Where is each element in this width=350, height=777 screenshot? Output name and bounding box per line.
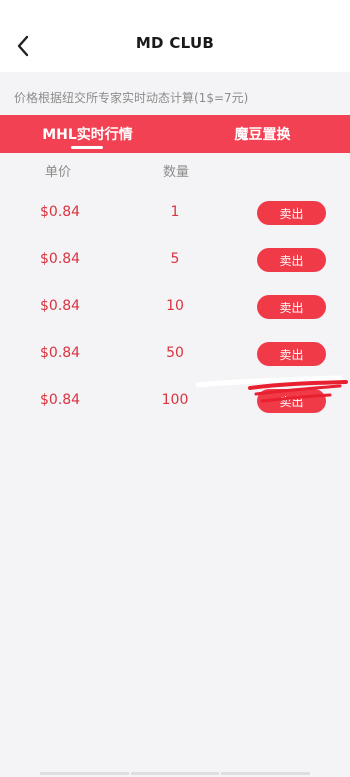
page: MD CLUB 价格根据纽交所专家实时动态计算(1$=7元) MHL实时行情 魔…: [0, 0, 350, 777]
table-row: $0.84 5 卖出: [0, 237, 350, 284]
row-quantity: 1: [170, 204, 180, 220]
row-quantity: 5: [170, 251, 180, 267]
column-header-quantity: 数量: [163, 165, 190, 180]
price-table: $0.84 1 卖出 $0.84 5 卖出 $0.84 10 卖出 $0.84 …: [0, 190, 350, 425]
tab-label: MHL实时行情: [42, 127, 133, 143]
row-price: $0.84: [40, 345, 81, 361]
tab-label: 魔豆置换: [234, 127, 291, 143]
row-price: $0.84: [40, 251, 81, 267]
tab-mhl-market[interactable]: MHL实时行情: [0, 115, 175, 153]
sell-button[interactable]: 卖出: [257, 342, 326, 366]
row-price: $0.84: [40, 204, 81, 220]
sell-button[interactable]: 卖出: [257, 201, 326, 225]
sell-button[interactable]: 卖出: [257, 295, 326, 319]
row-quantity: 100: [161, 392, 189, 408]
bottom-divider: [40, 772, 311, 775]
column-header-price: 单价: [45, 165, 72, 180]
page-title: MD CLUB: [135, 34, 215, 52]
row-price: $0.84: [40, 298, 81, 314]
table-row: $0.84 10 卖出: [0, 284, 350, 331]
table-row: $0.84 1 卖出: [0, 190, 350, 237]
row-quantity: 50: [166, 345, 184, 361]
row-quantity: 10: [166, 298, 184, 314]
row-price: $0.84: [40, 392, 81, 408]
table-header: 单价 数量: [0, 161, 350, 181]
table-row: $0.84 100 卖出: [0, 378, 350, 425]
active-tab-indicator: [71, 146, 103, 149]
sell-button[interactable]: 卖出: [257, 248, 326, 272]
tab-mod-exchange[interactable]: 魔豆置换: [175, 115, 350, 153]
table-row: $0.84 50 卖出: [0, 331, 350, 378]
top-app-bar: MD CLUB: [0, 0, 350, 72]
price-notice: 价格根据纽交所专家实时动态计算(1$=7元): [14, 91, 249, 105]
sell-button[interactable]: 卖出: [257, 389, 326, 413]
tab-bar: MHL实时行情 魔豆置换: [0, 115, 350, 153]
